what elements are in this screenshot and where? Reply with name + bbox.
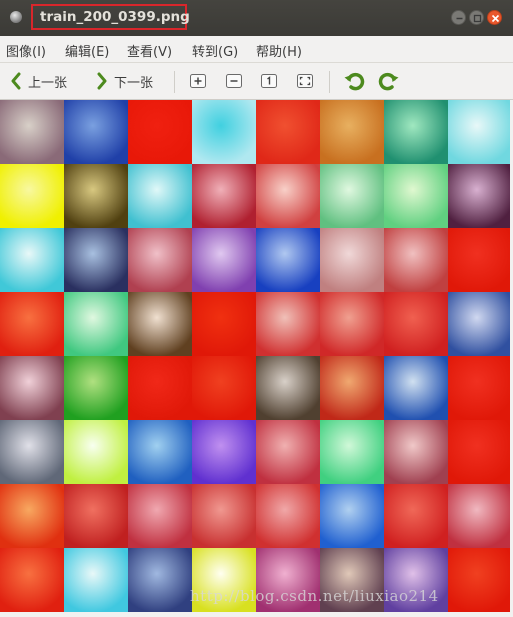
- image-tile: [256, 100, 320, 164]
- image-tile: [320, 356, 384, 420]
- rotate-right-button[interactable]: [378, 70, 400, 92]
- image-tile: [384, 164, 448, 228]
- minimize-icon: [456, 17, 463, 20]
- menu-go[interactable]: 转到(G): [192, 41, 238, 60]
- image-tile: [192, 292, 256, 356]
- image-tile: [0, 100, 64, 164]
- chevron-left-icon: [11, 72, 21, 90]
- image-tile: [256, 292, 320, 356]
- image-tile: [0, 356, 64, 420]
- image-tile: [192, 164, 256, 228]
- toolbar: 上一张 下一张: [0, 63, 513, 100]
- image-tile: [448, 228, 512, 292]
- best-fit-icon: [297, 74, 313, 88]
- rotate-left-button[interactable]: [343, 70, 365, 92]
- image-tile: [384, 100, 448, 164]
- image-tile: [448, 484, 512, 548]
- image-tile: [64, 484, 128, 548]
- image-tile: [64, 292, 128, 356]
- image-tile: [128, 548, 192, 612]
- image-tile: [448, 164, 512, 228]
- zoom-in-icon: [190, 74, 206, 88]
- image-tile: [384, 356, 448, 420]
- image-tile: [320, 100, 384, 164]
- image-tile: [0, 548, 64, 612]
- rotate-left-icon: [344, 72, 365, 91]
- chevron-right-icon: [97, 72, 107, 90]
- image-tile: [64, 100, 128, 164]
- image-tile: [384, 484, 448, 548]
- image-canvas[interactable]: [0, 100, 512, 612]
- image-tile: [192, 356, 256, 420]
- image-tile: [448, 356, 512, 420]
- close-icon: [491, 14, 500, 23]
- maximize-icon: [473, 14, 482, 23]
- image-tile: [320, 292, 384, 356]
- image-tile: [384, 420, 448, 484]
- image-tile: [0, 420, 64, 484]
- app-icon: [10, 11, 22, 23]
- image-tile: [128, 164, 192, 228]
- watermark-text: http://blog.csdn.net/liuxiao214: [190, 587, 439, 605]
- image-tile: [128, 292, 192, 356]
- image-tile: [448, 292, 512, 356]
- image-tile: [192, 484, 256, 548]
- image-tile: [448, 548, 512, 612]
- image-tile: [0, 292, 64, 356]
- image-tile: [384, 228, 448, 292]
- zoom-in-button[interactable]: [188, 71, 208, 91]
- window-titlebar: train_200_0399.png: [0, 0, 513, 36]
- image-tile: [448, 100, 512, 164]
- toolbar-separator: [329, 71, 330, 93]
- image-tile: [448, 420, 512, 484]
- minimize-button[interactable]: [451, 10, 466, 25]
- prev-label: 上一张: [28, 75, 68, 91]
- image-tile: [192, 228, 256, 292]
- menu-bar: 图像(I) 编辑(E) 查看(V) 转到(G) 帮助(H): [0, 36, 513, 63]
- image-tile: [256, 484, 320, 548]
- image-tile: [64, 356, 128, 420]
- image-tile: [320, 484, 384, 548]
- image-tile: [192, 100, 256, 164]
- zoom-out-icon: [226, 74, 242, 88]
- rotate-right-icon: [378, 72, 399, 91]
- normal-size-icon: [261, 74, 277, 88]
- window-title: train_200_0399.png: [40, 9, 190, 25]
- best-fit-button[interactable]: [295, 71, 315, 91]
- image-tile: [0, 484, 64, 548]
- image-tile: [64, 164, 128, 228]
- window-border-bottom: [0, 612, 513, 617]
- image-tile: [64, 228, 128, 292]
- image-tile: [256, 164, 320, 228]
- image-tile: [192, 420, 256, 484]
- next-image-button[interactable]: 下一张: [96, 69, 153, 93]
- image-tile: [320, 228, 384, 292]
- maximize-button[interactable]: [469, 10, 484, 25]
- menu-edit[interactable]: 编辑(E): [65, 41, 109, 60]
- toolbar-separator: [174, 71, 175, 93]
- menu-view[interactable]: 查看(V): [127, 41, 172, 60]
- menu-image[interactable]: 图像(I): [6, 41, 46, 60]
- image-tile: [128, 228, 192, 292]
- image-tile: [256, 228, 320, 292]
- image-tile: [320, 164, 384, 228]
- normal-size-button[interactable]: [259, 71, 279, 91]
- image-tile: [128, 100, 192, 164]
- next-label: 下一张: [114, 75, 154, 91]
- image-tile: [256, 420, 320, 484]
- prev-image-button[interactable]: 上一张: [10, 69, 67, 93]
- close-button[interactable]: [487, 10, 502, 25]
- image-tile: [64, 420, 128, 484]
- image-tile: [128, 420, 192, 484]
- zoom-out-button[interactable]: [224, 71, 244, 91]
- image-tile: [320, 420, 384, 484]
- image-tile: [0, 164, 64, 228]
- image-tile: [128, 356, 192, 420]
- image-tile: [128, 484, 192, 548]
- image-tile: [0, 228, 64, 292]
- image-tile: [384, 292, 448, 356]
- image-tile: [64, 548, 128, 612]
- menu-help[interactable]: 帮助(H): [256, 41, 302, 60]
- image-tile: [256, 356, 320, 420]
